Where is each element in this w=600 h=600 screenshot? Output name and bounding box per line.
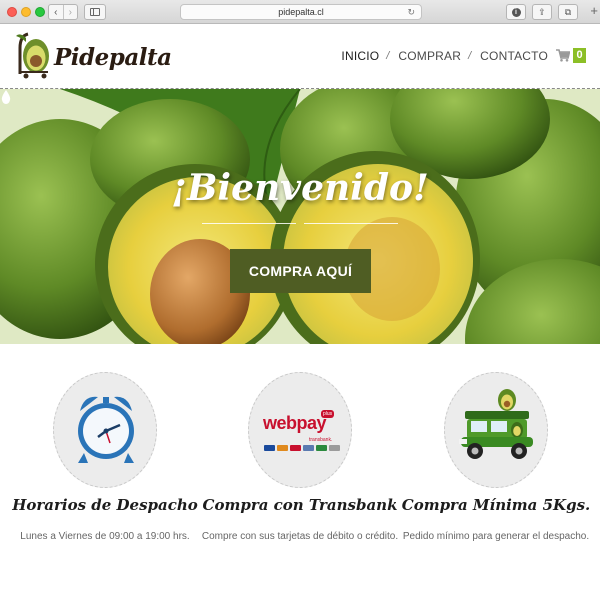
reload-icon[interactable]: ↻ (407, 5, 415, 19)
shopping-cart-icon[interactable] (556, 49, 570, 62)
address-bar[interactable]: pidepalta.cl ↻ (180, 4, 422, 20)
alarm-clock-icon (78, 396, 134, 463)
transbank-text: transbank. (309, 437, 333, 443)
history-nav: ‹ › (48, 4, 78, 20)
feature-description: Lunes a Viernes de 09:00 a 19:00 hrs. (20, 531, 190, 542)
avocado-hero-image (0, 89, 600, 344)
nav-separator: / (386, 49, 390, 62)
feature-icon-circle (53, 372, 157, 488)
share-icon: ⇪ (538, 6, 546, 17)
cart-count-badge[interactable]: 0 (573, 48, 586, 63)
nav-inicio[interactable]: INICIO (341, 49, 379, 63)
feature-min-purchase: Compra Mínima 5Kgs. Pedido mínimo para g… (396, 372, 596, 572)
new-tab-button[interactable]: + (590, 4, 598, 18)
feature-icon-circle: webpay plus transbank. (248, 372, 352, 488)
payment-cards-icon (264, 445, 340, 451)
browser-toolbar: ‹ › pidepalta.cl ↻ i ⇪ ⧉ + (0, 0, 600, 24)
feature-title: Compra con Transbank (202, 496, 398, 514)
hero-banner: ¡Bienvenido! COMPRA AQUÍ (0, 89, 600, 344)
tabs-overview-button[interactable]: ⧉ (558, 4, 578, 20)
feature-description: Compre con sus tarjetas de débito o créd… (201, 531, 399, 542)
hero-title: ¡Bienvenido! (171, 167, 429, 209)
avocado-logo-icon (16, 32, 49, 79)
url-text: pidepalta.cl (278, 7, 324, 17)
nav-separator: / (468, 49, 472, 62)
share-button[interactable]: ⇪ (532, 4, 552, 20)
drop-icon (1, 90, 11, 104)
tabs-icon: ⧉ (564, 6, 572, 17)
sidebar-icon (90, 8, 100, 16)
nav-comprar[interactable]: COMPRAR (398, 49, 461, 63)
feature-title: Compra Mínima 5Kgs. (401, 496, 591, 514)
extension-button[interactable]: i (506, 4, 526, 20)
sidebar-toggle-button[interactable] (84, 4, 106, 20)
chevron-right-icon: › (68, 6, 72, 18)
feature-delivery-hours: Horarios de Despacho Lunes a Viernes de … (5, 372, 205, 572)
close-window-button[interactable] (7, 7, 17, 17)
logo-wordmark: Pidepalta (54, 44, 172, 71)
site-logo[interactable]: Pidepalta (14, 30, 172, 80)
delivery-truck-icon (459, 389, 533, 459)
feature-description: Pedido mínimo para generar el despacho. (402, 531, 590, 542)
nav-contacto[interactable]: CONTACTO (480, 49, 548, 63)
info-icon: i (511, 7, 521, 17)
buy-now-button[interactable]: COMPRA AQUÍ (230, 249, 371, 293)
chevron-left-icon: ‹ (54, 6, 58, 18)
hero-divider-left (202, 223, 296, 224)
back-button[interactable]: ‹ (49, 5, 63, 19)
forward-button[interactable]: › (62, 5, 78, 19)
main-navigation: INICIO / COMPRAR / CONTACTO 0 (341, 48, 586, 63)
feature-transbank: webpay plus transbank. Compra con Transb… (200, 372, 400, 572)
maximize-window-button[interactable] (35, 7, 45, 17)
webpay-plus-badge: plus (321, 410, 335, 418)
hero-divider-right (304, 223, 398, 224)
webpay-logo: webpay (263, 413, 327, 433)
minimize-window-button[interactable] (21, 7, 31, 17)
feature-title: Horarios de Despacho (12, 496, 198, 514)
site-header: Pidepalta INICIO / COMPRAR / CONTACTO 0 (0, 24, 600, 88)
feature-icon-circle (444, 372, 548, 488)
